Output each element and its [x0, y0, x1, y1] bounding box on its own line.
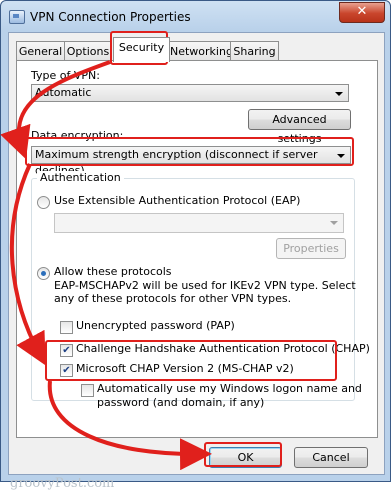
annotation-arrows: [0, 60, 212, 471]
arrow-encryption-to-protocols: [9, 163, 46, 366]
arrow-security-to-encryption: [0, 60, 111, 160]
watermark: groovyPost.com: [10, 476, 115, 491]
tab-security[interactable]: Security: [113, 37, 170, 62]
arrow-protocols-to-ok: [47, 380, 212, 471]
